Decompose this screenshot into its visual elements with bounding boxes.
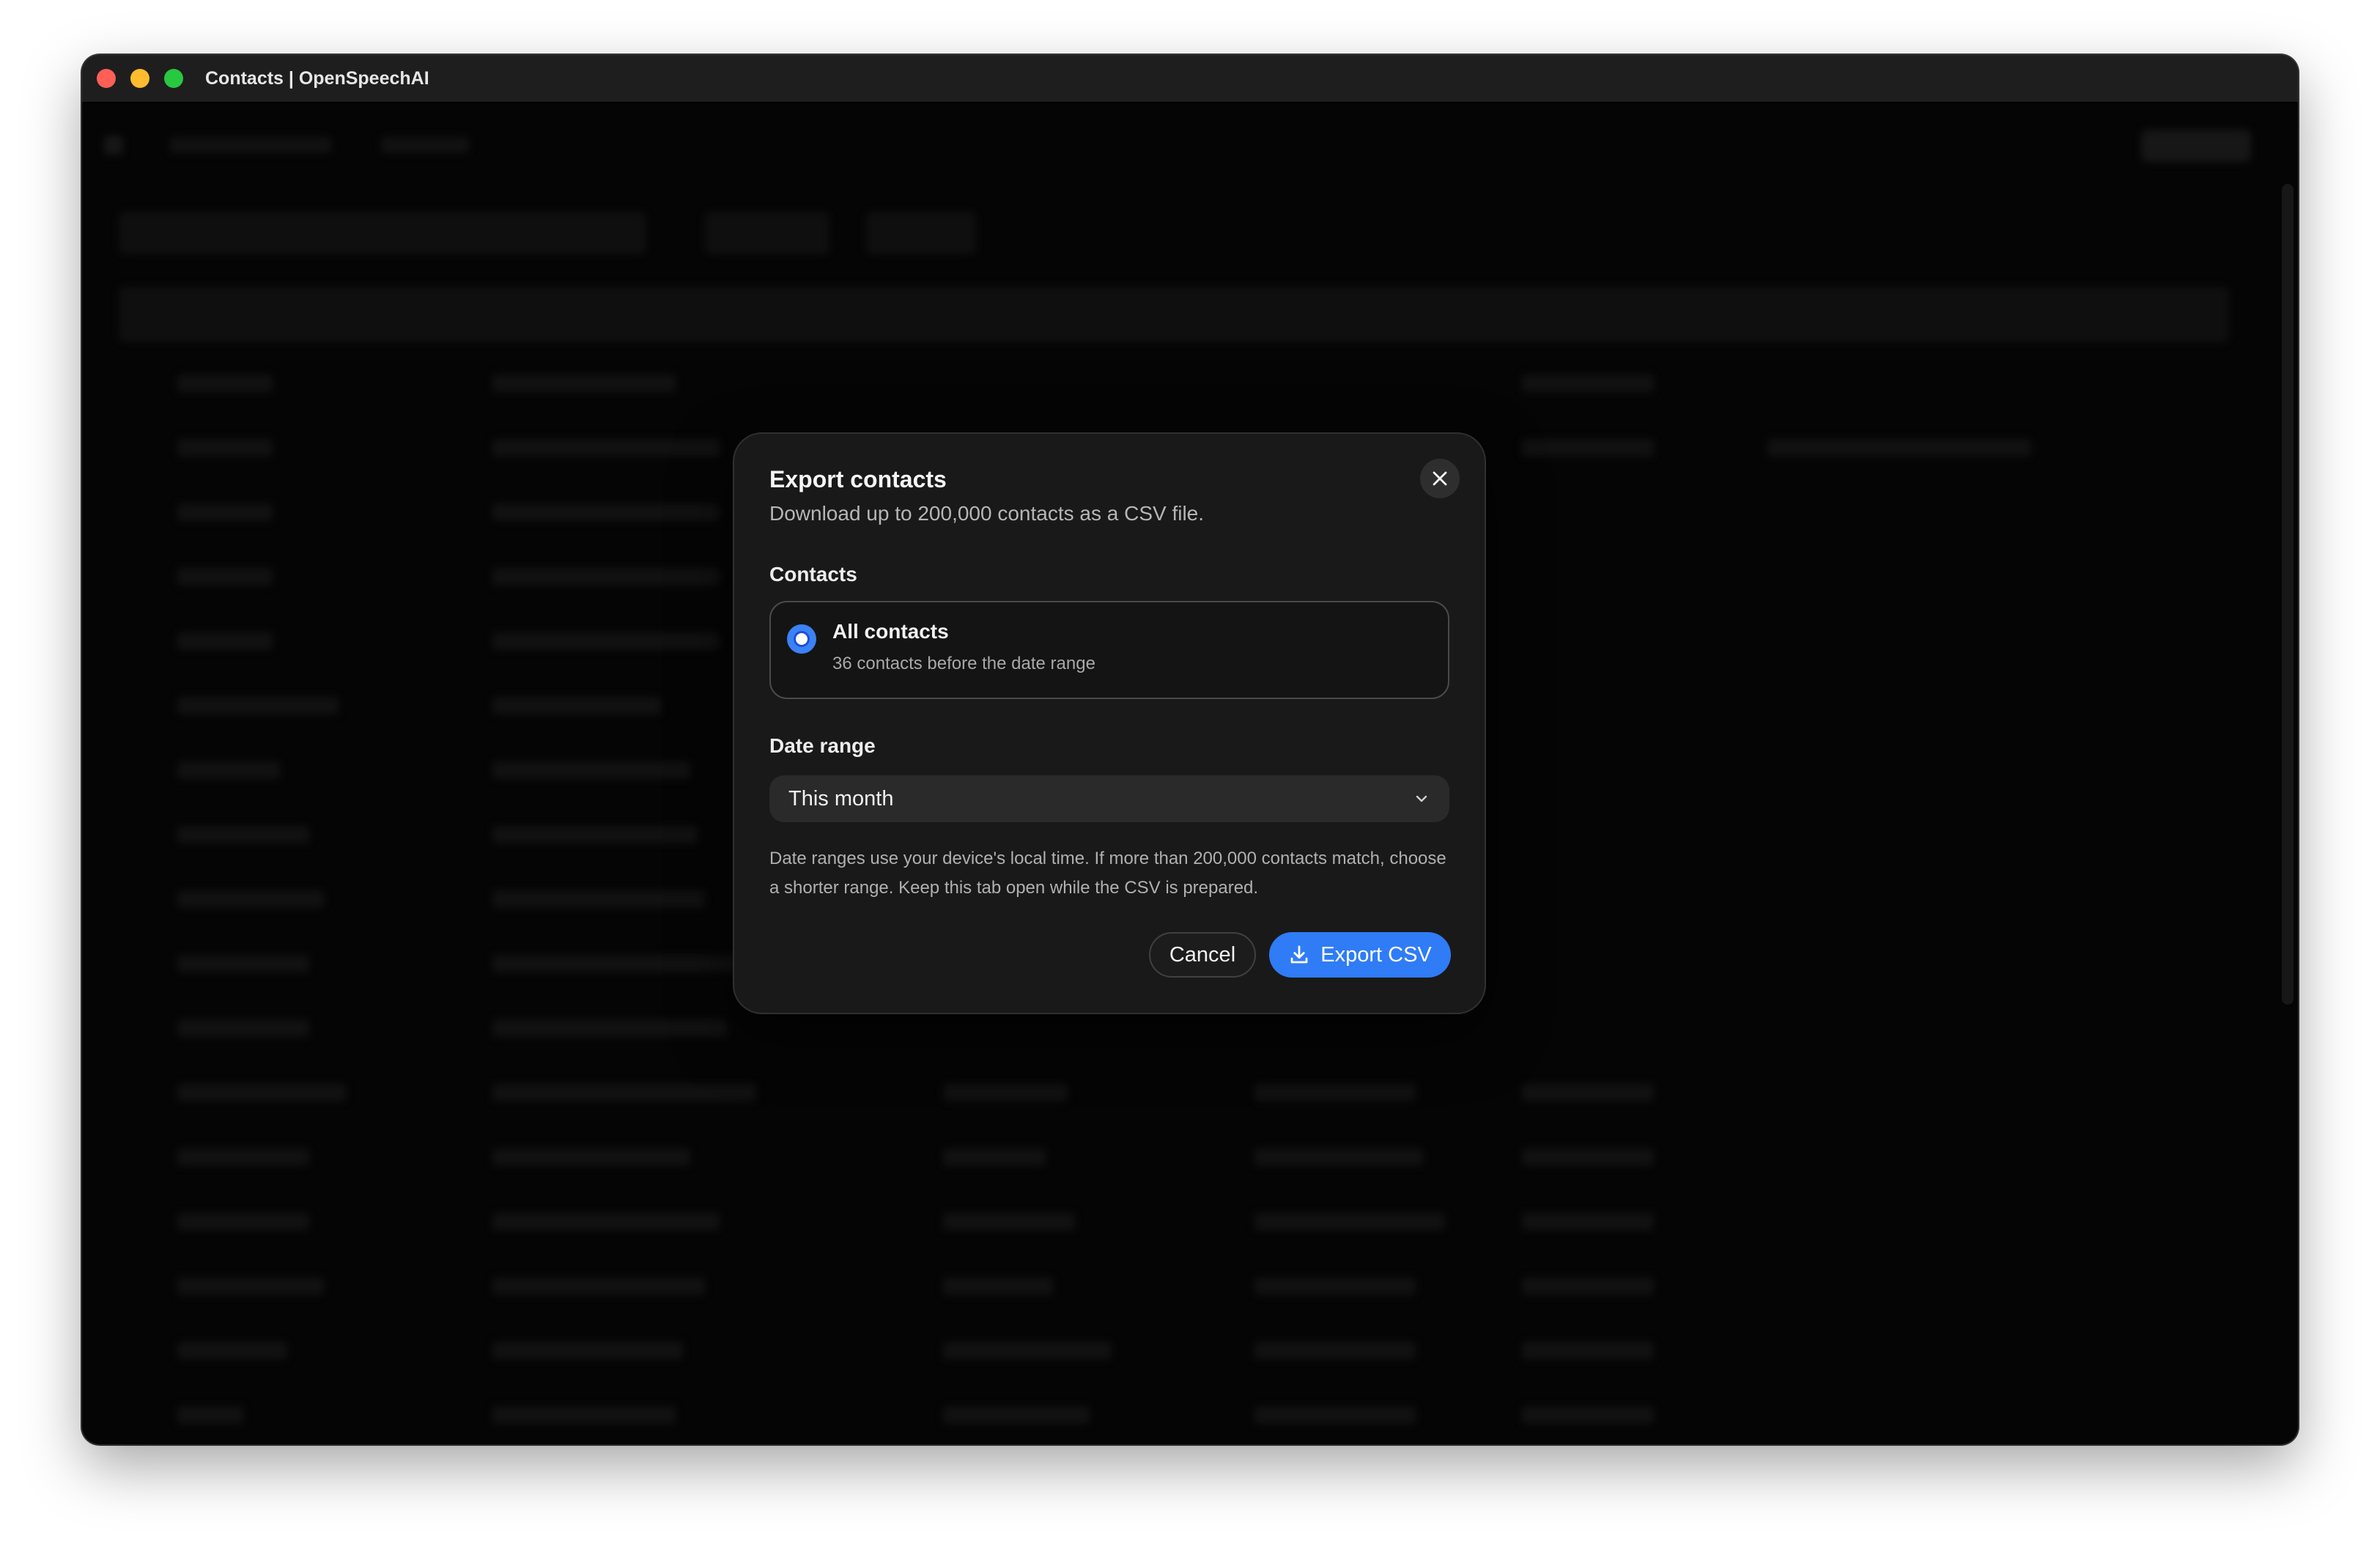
export-contacts-dialog: Export contacts Download up to 200,000 c… — [733, 432, 1486, 1014]
dialog-subtitle: Download up to 200,000 contacts as a CSV… — [769, 502, 1205, 525]
window-maximize-button[interactable] — [164, 69, 183, 88]
date-range-note: Date ranges use your device's local time… — [769, 849, 1446, 898]
download-icon — [1290, 945, 1308, 964]
window-title: Contacts | OpenSpeechAI — [205, 68, 429, 89]
chevron-down-icon — [1416, 795, 1427, 802]
option-description: 36 contacts before the date range — [832, 654, 1095, 673]
date-range-value: This month — [788, 787, 894, 810]
date-range-select[interactable]: This month — [769, 775, 1449, 822]
close-dialog-button[interactable] — [1420, 459, 1460, 498]
title-bar: Contacts | OpenSpeechAI — [82, 55, 2298, 103]
option-title: All contacts — [832, 620, 949, 643]
close-icon — [1433, 471, 1447, 486]
export-csv-label: Export CSV — [1320, 942, 1432, 967]
cancel-button[interactable]: Cancel — [1149, 932, 1256, 978]
export-csv-button[interactable]: Export CSV — [1269, 932, 1451, 978]
all-contacts-option[interactable]: All contacts 36 contacts before the date… — [769, 601, 1449, 699]
date-range-label: Date range — [769, 734, 876, 757]
window-close-button[interactable] — [97, 69, 116, 88]
dialog-title: Export contacts — [769, 466, 947, 492]
window-minimize-button[interactable] — [130, 69, 149, 88]
contacts-section-label: Contacts — [769, 563, 857, 586]
radio-selected-icon[interactable] — [787, 624, 816, 654]
